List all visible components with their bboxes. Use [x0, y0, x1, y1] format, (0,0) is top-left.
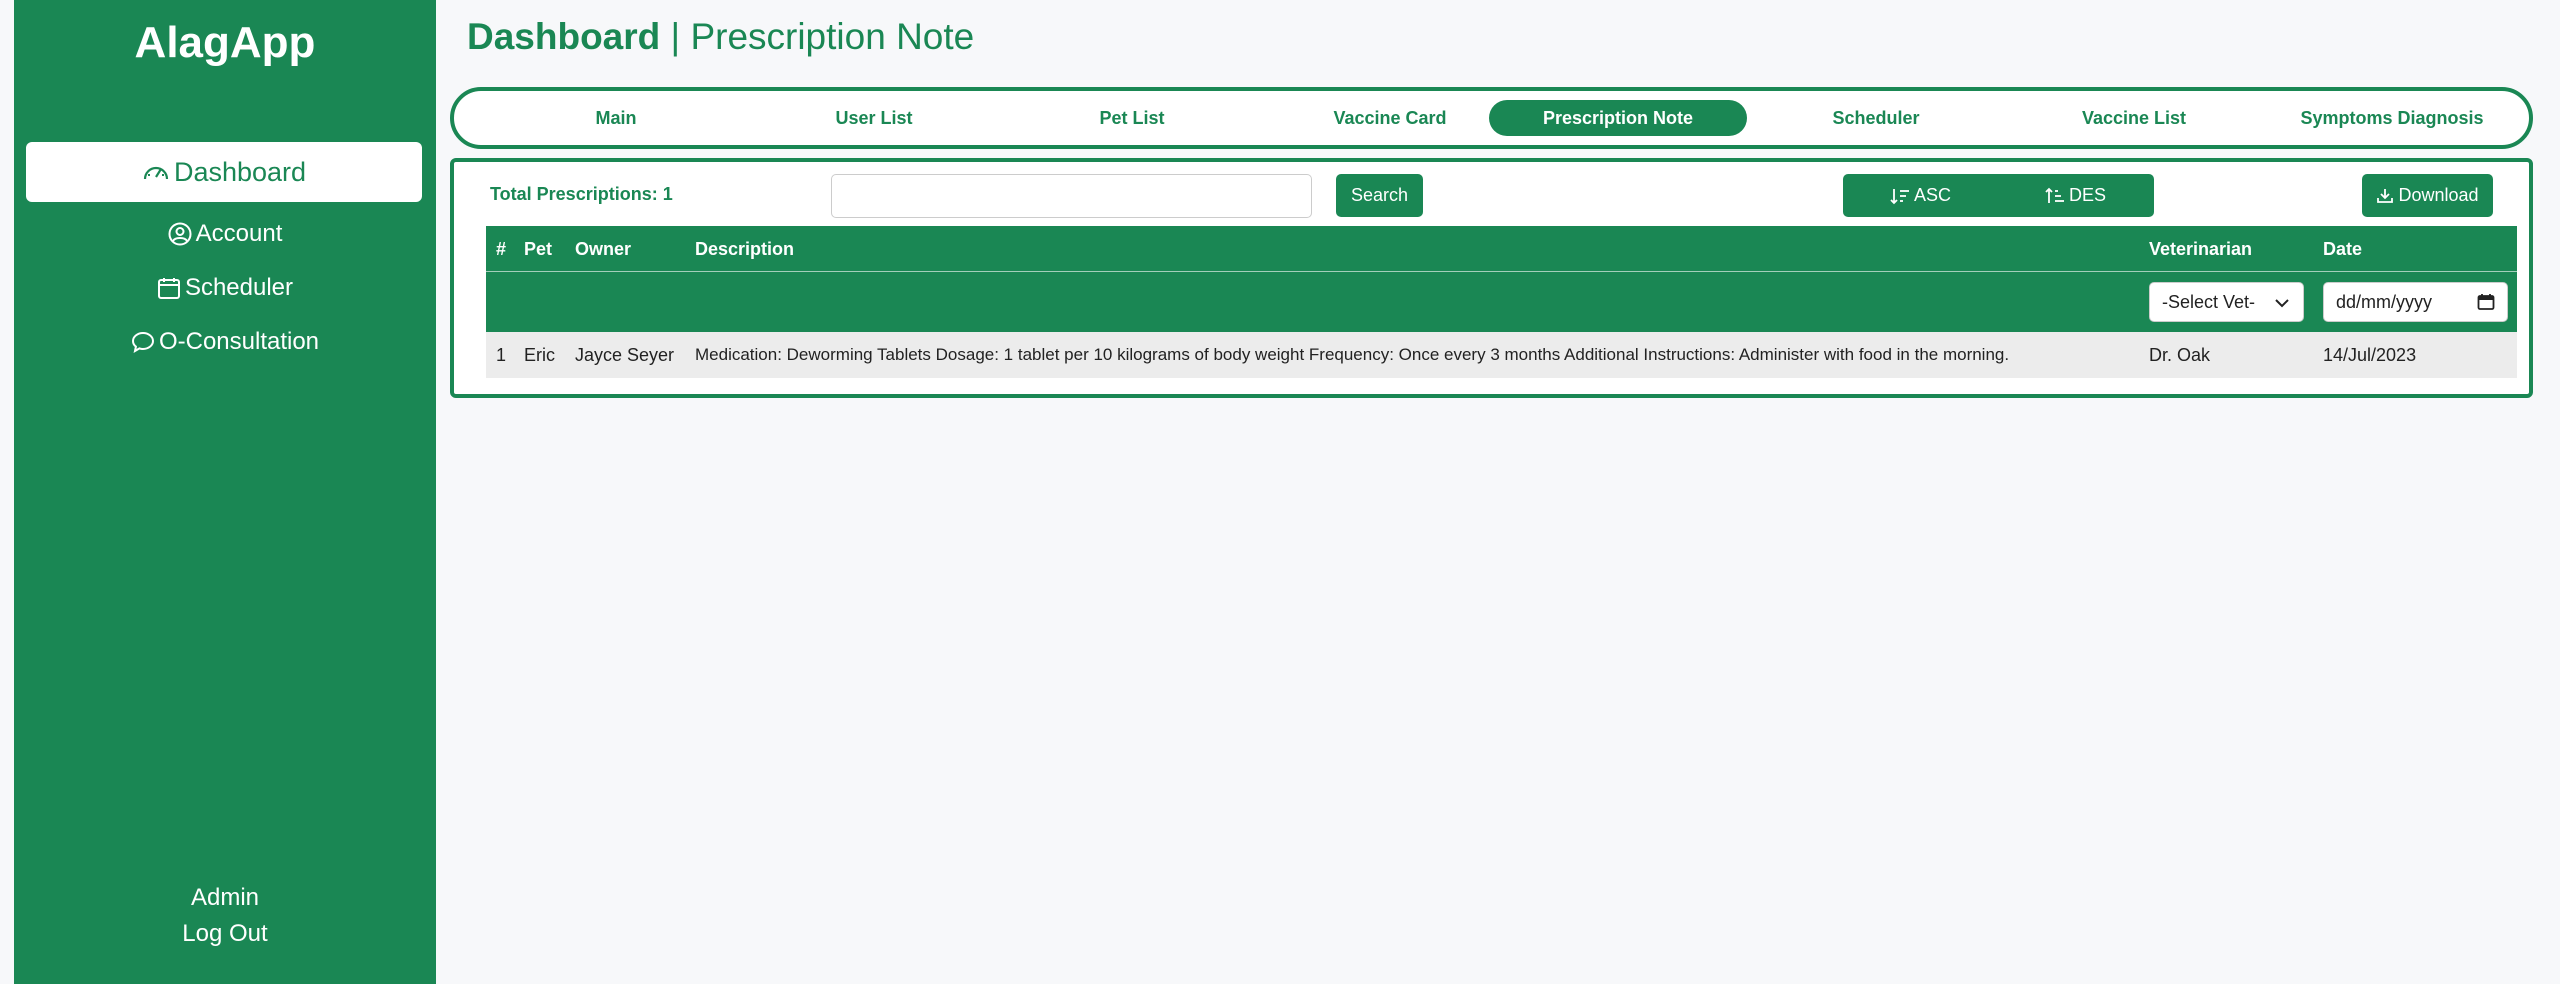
- page-title-rest: Prescription Note: [690, 16, 975, 57]
- cell-pet: Eric: [524, 345, 555, 365]
- sidebar-item-label: O-Consultation: [158, 328, 320, 355]
- sort-ascending-icon: [1890, 188, 1909, 204]
- chevron-down-icon: [2275, 299, 2289, 308]
- page-title: Dashboard | Prescription Note: [467, 16, 974, 58]
- sidebar-item-label: Account: [195, 220, 283, 247]
- tab-user-list[interactable]: User List: [745, 100, 1003, 136]
- table-header: # Pet Owner Description Veterinarian Dat…: [486, 226, 2517, 332]
- sidebar-item-scheduler[interactable]: Scheduler: [14, 272, 436, 304]
- calendar-icon: [157, 278, 180, 299]
- sort-asc-button[interactable]: ASC: [1843, 174, 1998, 217]
- sidebar-item-dashboard[interactable]: Dashboard: [26, 142, 422, 202]
- tab-main[interactable]: Main: [487, 100, 745, 136]
- vet-filter-select[interactable]: -Select Vet-: [2149, 282, 2304, 322]
- sort-group: ASC DES: [1843, 174, 2154, 217]
- download-icon: [2377, 188, 2394, 203]
- download-button[interactable]: Download: [2362, 174, 2493, 217]
- vet-filter-value: -Select Vet-: [2162, 291, 2256, 312]
- tab-vaccine-list[interactable]: Vaccine List: [2005, 100, 2263, 136]
- search-button[interactable]: Search: [1336, 174, 1423, 217]
- col-pet: Pet: [524, 239, 553, 259]
- tab-scheduler[interactable]: Scheduler: [1747, 100, 2005, 136]
- cell-date: 14/Jul/2023: [2323, 345, 2417, 365]
- col-veterinarian: Veterinarian: [2149, 239, 2253, 259]
- sort-des-label: DES: [2068, 185, 2106, 205]
- col-number: #: [496, 239, 507, 259]
- admin-link[interactable]: Admin: [14, 884, 436, 912]
- sidebar-item-label: Dashboard: [173, 156, 307, 187]
- user-circle-icon: [168, 222, 192, 246]
- prescription-panel: Total Prescriptions: 1 Search ASC DES Do…: [450, 158, 2533, 398]
- page-title-bold: Dashboard: [467, 16, 661, 57]
- chat-bubble-icon: [131, 331, 154, 353]
- search-input[interactable]: [831, 174, 1312, 218]
- sidebar-item-account[interactable]: Account: [14, 218, 436, 250]
- table-row[interactable]: 1 Eric Jayce Seyer Medication: Deworming…: [486, 332, 2517, 378]
- sidebar-item-o-consultation[interactable]: O-Consultation: [14, 326, 436, 358]
- tab-prescription-note[interactable]: Prescription Note: [1489, 100, 1747, 136]
- sidebar-item-label: Scheduler: [184, 274, 294, 301]
- tab-symptoms-diagnosis[interactable]: Symptoms Diagnosis: [2263, 100, 2521, 136]
- cell-owner: Jayce Seyer: [575, 345, 675, 365]
- sort-des-button[interactable]: DES: [1998, 174, 2153, 217]
- date-filter-input[interactable]: dd/mm/yyyy: [2323, 282, 2508, 322]
- download-label: Download: [2398, 185, 2479, 205]
- app-brand: AlagApp: [134, 18, 316, 67]
- speedometer-icon: [143, 166, 169, 180]
- calendar-icon: [2477, 294, 2495, 310]
- tab-bar: Main User List Pet List Vaccine Card Pre…: [450, 87, 2533, 149]
- header-divider: [486, 271, 2517, 272]
- cell-description: Medication: Deworming Tablets Dosage: 1 …: [695, 345, 2010, 364]
- cell-veterinarian: Dr. Oak: [2149, 345, 2211, 365]
- tab-vaccine-card[interactable]: Vaccine Card: [1261, 100, 1519, 136]
- sidebar: AlagApp Dashboard Account Scheduler O-Co…: [14, 0, 436, 984]
- col-date: Date: [2323, 239, 2363, 259]
- date-filter-placeholder: dd/mm/yyyy: [2336, 291, 2433, 312]
- sort-asc-label: ASC: [1913, 185, 1951, 205]
- tab-pet-list[interactable]: Pet List: [1003, 100, 1261, 136]
- cell-number: 1: [496, 345, 507, 365]
- page-title-separator: |: [660, 16, 691, 57]
- col-owner: Owner: [575, 239, 632, 259]
- col-description: Description: [695, 239, 795, 259]
- logout-link[interactable]: Log Out: [14, 920, 436, 948]
- sort-descending-icon: [2045, 187, 2064, 203]
- total-prescriptions: Total Prescriptions: 1: [490, 184, 673, 204]
